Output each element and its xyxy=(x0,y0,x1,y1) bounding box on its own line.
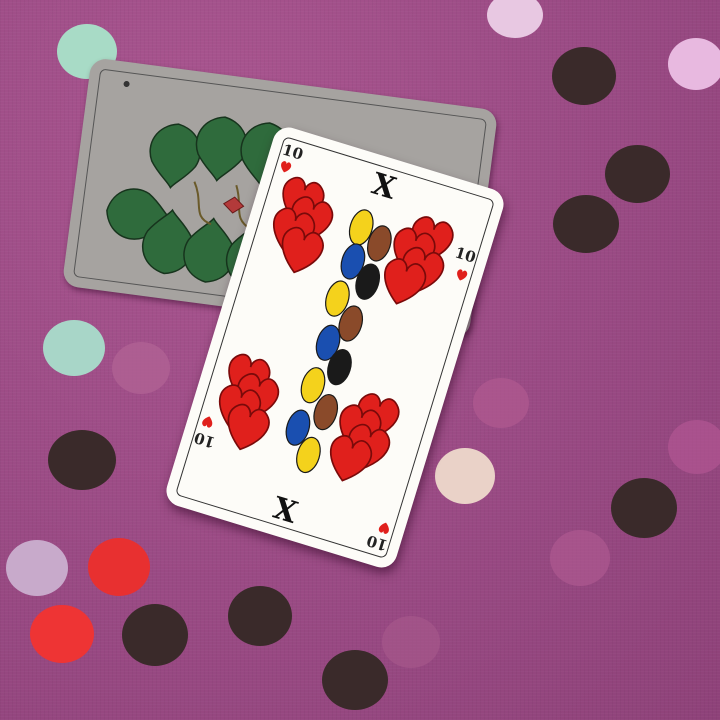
polka-dot xyxy=(48,430,116,490)
polka-dot xyxy=(382,616,440,668)
polka-dot xyxy=(605,145,670,203)
polka-dot xyxy=(322,650,388,710)
polka-dot xyxy=(228,586,292,646)
polka-dot xyxy=(550,530,610,586)
polka-dot xyxy=(43,320,105,376)
polka-dot xyxy=(552,47,616,105)
polka-dot xyxy=(122,604,188,666)
polka-dot xyxy=(668,420,720,474)
tablecloth-background: 10 10 10 10 X X xyxy=(0,0,720,720)
polka-dot xyxy=(112,342,170,394)
polka-dot xyxy=(435,448,495,504)
polka-dot xyxy=(6,540,68,596)
polka-dot xyxy=(473,378,529,428)
polka-dot xyxy=(487,0,543,38)
polka-dot xyxy=(30,605,94,663)
polka-dot xyxy=(553,195,619,253)
polka-dot xyxy=(668,38,720,90)
polka-dot xyxy=(611,478,677,538)
polka-dot xyxy=(88,538,150,596)
